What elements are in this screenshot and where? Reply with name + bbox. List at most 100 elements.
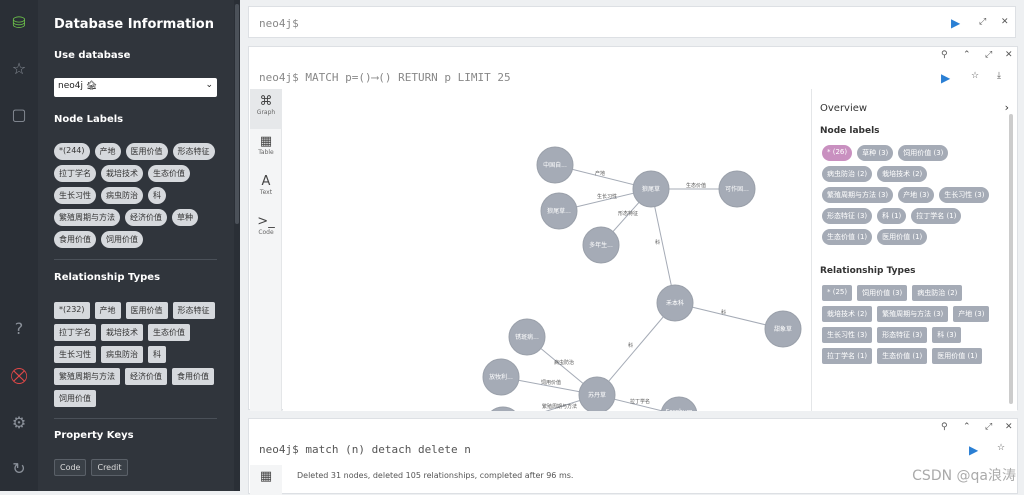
relationship-type-tag[interactable]: 饲用价值 <box>54 390 96 407</box>
node-label-tag[interactable]: 饲用价值 <box>101 231 143 248</box>
overview-rel-type-tag[interactable]: 生态价值 (1) <box>877 348 928 364</box>
expand-icon[interactable]: ⤢ <box>985 50 992 60</box>
overview-rel-type-tag[interactable]: 产地 (3) <box>953 306 990 322</box>
overview-node-label-tag[interactable]: 繁殖周期与方法 (3) <box>822 187 894 203</box>
relationship-type-tag[interactable]: 拉丁学名 <box>54 324 96 341</box>
play-icon[interactable]: ▶ <box>969 443 978 457</box>
overview-rel-type-tag[interactable]: 饲用价值 (3) <box>857 285 908 301</box>
download-icon[interactable]: ⤓ <box>997 71 1001 81</box>
node-label-tag[interactable]: 拉丁学名 <box>54 165 96 182</box>
relationship-type-tag[interactable]: 繁殖周期与方法 <box>54 368 120 385</box>
tab-table[interactable]: ▦ Table <box>250 129 282 169</box>
graph-node[interactable]: 中国自... <box>536 146 574 184</box>
property-key-tag[interactable]: Credit <box>91 459 128 476</box>
node-label-tag[interactable]: 繁殖周期与方法 <box>54 209 120 226</box>
overview-node-label-tag[interactable]: 形态特征 (3) <box>822 208 873 224</box>
tab-text[interactable]: A Text <box>250 169 282 209</box>
node-label-tag[interactable]: 生态价值 <box>148 165 190 182</box>
node-label-tag[interactable]: 科 <box>148 187 166 204</box>
node-label-tag[interactable]: 形态特征 <box>172 143 215 160</box>
frame-query[interactable]: neo4j$ MATCH p=()⟶() RETURN p LIMIT 25 <box>249 63 929 91</box>
pin-icon[interactable]: ⚲ <box>941 422 948 432</box>
chevron-right-icon[interactable]: › <box>1005 101 1009 114</box>
graph-node[interactable]: 狼尾草 <box>632 170 670 208</box>
relationship-type-tag[interactable]: 食用价值 <box>172 368 214 385</box>
overview-node-label-tag[interactable]: 科 (1) <box>877 208 907 224</box>
overview-node-label-tag[interactable]: 产地 (3) <box>898 187 935 203</box>
close-icon[interactable]: ✕ <box>1001 17 1009 27</box>
gear-icon[interactable]: ⚙ <box>8 412 30 434</box>
play-guide-icon[interactable]: ▢ <box>8 104 30 126</box>
node-label-tag[interactable]: 食用价值 <box>54 231 96 248</box>
node-label-tag[interactable]: *(244) <box>54 143 90 160</box>
overview-rel-type-tag[interactable]: * (25) <box>822 285 853 301</box>
overview-scrollbar[interactable] <box>1009 114 1013 404</box>
node-label-tag[interactable]: 栽培技术 <box>101 165 143 182</box>
relationship-type-tag[interactable]: 形态特征 <box>172 302 215 319</box>
star-icon[interactable]: ☆ <box>8 58 30 80</box>
graph-node[interactable]: 放牧利... <box>482 358 520 396</box>
tab-graph[interactable]: ⌘ Graph <box>250 89 282 129</box>
relationship-type-tag[interactable]: 生态价值 <box>148 324 190 341</box>
graph-node[interactable]: Sorghumsudane... <box>660 396 698 411</box>
play-icon[interactable]: ▶ <box>951 16 960 30</box>
overview-node-label-tag[interactable]: 病虫防治 (2) <box>822 166 873 182</box>
top-editor-input[interactable]: neo4j$ <box>249 9 929 37</box>
pin-icon[interactable]: ⚲ <box>941 50 948 60</box>
overview-node-label-tag[interactable]: 生长习性 (3) <box>939 187 990 203</box>
overview-node-label-tag[interactable]: 饲用价值 (3) <box>898 145 949 161</box>
node-label-tag[interactable]: 医用价值 <box>125 143 168 160</box>
about-icon[interactable]: ↻ <box>8 458 30 480</box>
graph-node[interactable]: 苏丹草 <box>578 376 616 411</box>
overview-node-label-tag[interactable]: 拉丁学名 (1) <box>911 208 962 224</box>
database-select[interactable]: neo4j 🏚 ⌄ <box>54 78 217 97</box>
node-label-tag[interactable]: 经济价值 <box>125 209 167 226</box>
relationship-type-tag[interactable]: 科 <box>148 346 166 363</box>
node-label-tag[interactable]: 草种 <box>172 209 198 226</box>
overview-rel-type-tag[interactable]: 繁殖周期与方法 (3) <box>877 306 949 322</box>
node-label-tag[interactable]: 病虫防治 <box>101 187 143 204</box>
overview-node-label-tag[interactable]: 生态价值 (1) <box>822 229 873 245</box>
star-icon[interactable]: ☆ <box>997 443 1005 453</box>
tab-code[interactable]: >_ Code <box>250 209 282 249</box>
expand-icon[interactable]: ⤢ <box>985 422 992 432</box>
relationship-type-tag[interactable]: 产地 <box>94 302 121 319</box>
collapse-icon[interactable]: ⌃ <box>963 50 971 60</box>
graph-node[interactable]: 禾本科 <box>656 284 694 322</box>
disconnected-icon[interactable]: ⛒ <box>8 365 30 387</box>
help-icon[interactable]: ? <box>8 318 30 340</box>
overview-rel-type-tag[interactable]: 病虫防治 (2) <box>912 285 963 301</box>
graph-node[interactable]: 狼尾草... <box>540 192 578 230</box>
graph-node[interactable]: 种子处... <box>485 406 521 411</box>
overview-rel-type-tag[interactable]: 科 (3) <box>932 327 962 343</box>
relationship-type-tag[interactable]: *(232) <box>54 302 90 319</box>
node-label-tag[interactable]: 产地 <box>94 143 121 160</box>
close-icon[interactable]: ✕ <box>1005 50 1013 60</box>
expand-icon[interactable]: ⤢ <box>979 17 986 27</box>
graph-node[interactable]: 可作固... <box>718 170 756 208</box>
frame-query[interactable]: neo4j$ match (n) detach delete n <box>249 435 929 463</box>
graph-node[interactable]: 甜象草 <box>764 310 802 348</box>
overview-node-label-tag[interactable]: 草种 (3) <box>857 145 894 161</box>
overview-rel-type-tag[interactable]: 栽培技术 (2) <box>822 306 873 322</box>
relationship-type-tag[interactable]: 医用价值 <box>125 302 168 319</box>
relationship-type-tag[interactable]: 生长习性 <box>54 346 96 363</box>
collapse-icon[interactable]: ⌃ <box>963 422 971 432</box>
overview-rel-type-tag[interactable]: 拉丁学名 (1) <box>822 348 873 364</box>
relationship-type-tag[interactable]: 病虫防治 <box>101 346 143 363</box>
node-label-tag[interactable]: 生长习性 <box>54 187 96 204</box>
star-icon[interactable]: ☆ <box>971 71 979 81</box>
play-icon[interactable]: ▶ <box>941 71 950 85</box>
overview-rel-type-tag[interactable]: 生长习性 (3) <box>822 327 873 343</box>
property-key-tag[interactable]: Code <box>54 459 87 476</box>
overview-node-label-tag[interactable]: 栽培技术 (2) <box>877 166 928 182</box>
relationship-type-tag[interactable]: 栽培技术 <box>101 324 143 341</box>
graph-svg[interactable]: 产地生长习性生态价值形态特征科科科病虫防治饲用价值繁殖周期与方法拉丁学名中国自.… <box>283 89 811 411</box>
graph-canvas[interactable]: 产地 生长习性 生态价值 形态特征科科科病虫防治 饲用价值 繁殖周期与方法 拉丁学名 中国自.… <box>283 89 811 411</box>
graph-node[interactable]: 锈斑病... <box>508 318 546 356</box>
relationship-type-tag[interactable]: 经济价值 <box>125 368 167 385</box>
overview-node-label-tag[interactable]: * (26) <box>822 145 853 161</box>
overview-rel-type-tag[interactable]: 形态特征 (3) <box>877 327 928 343</box>
overview-rel-type-tag[interactable]: 医用价值 (1) <box>932 348 983 364</box>
graph-node[interactable]: 多年生... <box>582 226 620 264</box>
